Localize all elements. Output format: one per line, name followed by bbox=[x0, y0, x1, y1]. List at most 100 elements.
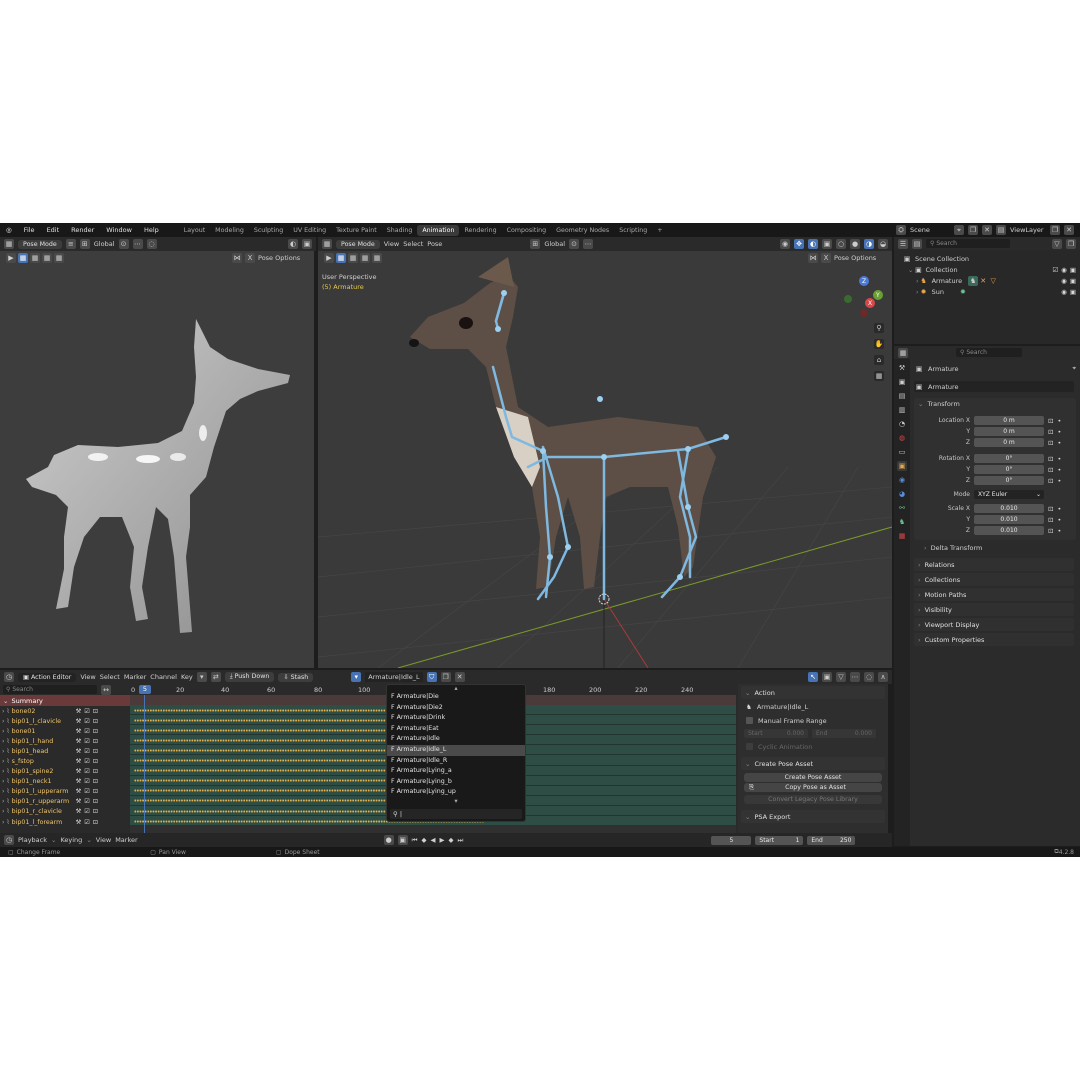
channel-expand-icon[interactable]: › bbox=[2, 718, 5, 725]
keyframe-dot-icon[interactable]: • bbox=[1057, 417, 1061, 425]
collection-tab-icon[interactable]: ▭ bbox=[897, 447, 907, 457]
rotation-mode-select[interactable]: XYZ Euler ⌄ bbox=[974, 490, 1044, 499]
tab-geometry-nodes[interactable]: Geometry Nodes bbox=[551, 225, 614, 236]
zoom-icon[interactable]: ⚲ bbox=[874, 323, 884, 333]
tab-shading[interactable]: Shading bbox=[382, 225, 418, 236]
current-frame-indicator[interactable]: 5 bbox=[139, 685, 151, 694]
tab-sculpting[interactable]: Sculpting bbox=[249, 225, 288, 236]
action-search-input[interactable]: ⚲ | bbox=[390, 809, 522, 819]
action-browse-icon[interactable]: ▾ bbox=[351, 672, 362, 682]
modifier-tab-icon[interactable]: ◉ bbox=[897, 475, 907, 485]
channel-expand-icon[interactable]: › bbox=[2, 738, 5, 745]
channel-row[interactable]: › ⌇ bip01_l_hand ⚒ ☑ ⊡ bbox=[0, 736, 130, 746]
channel-row[interactable]: › ⌇ bip01_neck1 ⚒ ☑ ⊡ bbox=[0, 777, 130, 787]
action-list-item[interactable]: F Armature|Eat bbox=[387, 724, 525, 735]
menu-window[interactable]: Window bbox=[100, 226, 138, 234]
xray-icon[interactable]: ▣ bbox=[302, 239, 312, 249]
menu-render[interactable]: Render bbox=[65, 226, 100, 234]
keyframe-y-dot-icon[interactable]: • bbox=[1057, 428, 1061, 436]
dopesheet-editor-icon[interactable]: ◷ bbox=[4, 672, 14, 682]
scale-x-field[interactable]: 0.010 bbox=[974, 504, 1044, 513]
eye-icon[interactable]: ◉ bbox=[1061, 266, 1067, 274]
section-visibility[interactable]: › Visibility bbox=[914, 603, 1074, 616]
rot-lock-x-icon[interactable]: ⊡ bbox=[1048, 455, 1053, 463]
push-down-button[interactable]: ⤓ Push Down bbox=[224, 672, 275, 682]
select-mode-2-icon[interactable]: ▦ bbox=[42, 253, 52, 263]
transform-header[interactable]: ⌄ Transform bbox=[914, 398, 1076, 409]
snap-icon[interactable]: ⋯ bbox=[132, 239, 143, 249]
channel-expand-icon[interactable]: › bbox=[2, 778, 5, 785]
copy-pose-asset-button[interactable]: ⎘ Copy Pose as Asset bbox=[744, 783, 882, 792]
channel-checkbox[interactable]: ☑ bbox=[84, 748, 90, 755]
swap-icon[interactable]: ↔ bbox=[101, 684, 111, 695]
channel-row[interactable]: › ⌇ bip01_r_upperarm ⚒ ☑ ⊡ bbox=[0, 797, 130, 807]
sun-row[interactable]: › ✹ Sun ✹ ◉ ▣ bbox=[916, 286, 1076, 297]
wrench-icon[interactable]: ⚒ bbox=[76, 728, 82, 735]
location-x-field[interactable]: 0 m bbox=[974, 416, 1044, 425]
channel-expand-icon[interactable]: › bbox=[2, 798, 5, 805]
channel-row[interactable]: › ⌇ bone02 ⚒ ☑ ⊡ bbox=[0, 706, 130, 716]
wrench-icon[interactable]: ⚒ bbox=[76, 798, 82, 805]
jump-start-icon[interactable]: ⏮ bbox=[412, 836, 418, 845]
manual-range-checkbox[interactable] bbox=[746, 717, 753, 724]
lock-icon[interactable]: ⊡ bbox=[1048, 417, 1053, 425]
channel-expand-icon[interactable]: › bbox=[2, 748, 5, 755]
channel-expand-icon[interactable]: › bbox=[2, 819, 5, 826]
section-viewport-display[interactable]: › Viewport Display bbox=[914, 618, 1074, 631]
action-list-item[interactable]: F Armature|Idle_L bbox=[387, 744, 525, 756]
action-list-item[interactable]: F Armature|Idle_R bbox=[387, 756, 525, 767]
channel-lock-icon[interactable]: ⊡ bbox=[93, 788, 98, 795]
play-icon[interactable]: ▶ bbox=[6, 253, 16, 263]
record-icon[interactable]: ● bbox=[383, 835, 394, 845]
current-frame-field[interactable]: 5 bbox=[711, 835, 752, 845]
constraint-tab-icon[interactable]: ⚯ bbox=[897, 503, 907, 513]
location-y-field[interactable]: 0 m bbox=[974, 427, 1044, 436]
action-list-item[interactable]: F Armature|Lying_b bbox=[387, 777, 525, 788]
ae-menu-select[interactable]: Select bbox=[100, 673, 120, 681]
scale-key-x-icon[interactable]: • bbox=[1057, 505, 1061, 513]
wrench-icon[interactable]: ⚒ bbox=[76, 788, 82, 795]
scroll-up-icon[interactable]: ▴ bbox=[387, 685, 525, 692]
snap-ae-icon[interactable]: ⋯ bbox=[850, 672, 860, 682]
channel-checkbox[interactable]: ☑ bbox=[84, 758, 90, 765]
wrench-icon[interactable]: ⚒ bbox=[76, 718, 82, 725]
properties-pin-icon[interactable]: ⌖ bbox=[1072, 364, 1076, 373]
orientation-icon[interactable]: ⊞ bbox=[79, 239, 90, 249]
channel-lock-icon[interactable]: ⊡ bbox=[93, 798, 98, 805]
add-workspace-icon[interactable]: + bbox=[652, 225, 667, 236]
view-layer-name[interactable]: ViewLayer bbox=[1010, 226, 1046, 234]
tab-texture-paint[interactable]: Texture Paint bbox=[331, 225, 382, 236]
main-viewport[interactable]: ▦ Pose Mode View Select Pose ⊞ Global ⊙ … bbox=[318, 237, 892, 668]
lock-z-icon[interactable]: ⊡ bbox=[1048, 439, 1053, 447]
action-name-field[interactable]: Armature|Idle_L bbox=[365, 672, 423, 682]
autokey-icon[interactable]: ▣ bbox=[397, 835, 408, 845]
channel-expand-icon[interactable]: › bbox=[2, 708, 5, 715]
section-custom-properties[interactable]: › Custom Properties bbox=[914, 633, 1074, 646]
action-list-item[interactable]: F Armature|Drink bbox=[387, 713, 525, 724]
channel-checkbox[interactable]: ☑ bbox=[84, 778, 90, 785]
wrench-icon[interactable]: ⚒ bbox=[76, 758, 82, 765]
rot-lock-y-icon[interactable]: ⊡ bbox=[1048, 466, 1053, 474]
section-relations[interactable]: › Relations bbox=[914, 558, 1074, 571]
channel-expand-icon[interactable]: › bbox=[2, 808, 5, 815]
action-list-item[interactable]: F Armature|Die bbox=[387, 692, 525, 703]
new-view-layer-icon[interactable]: ❐ bbox=[1050, 225, 1060, 235]
view-layer-tab-icon[interactable]: ▥ bbox=[897, 405, 907, 415]
orientation-select[interactable]: Global bbox=[94, 240, 115, 248]
editor-mode-select[interactable]: ▣ Action Editor bbox=[18, 672, 77, 682]
location-z-field[interactable]: 0 m bbox=[974, 438, 1044, 447]
channel-lock-icon[interactable]: ⊡ bbox=[93, 718, 98, 725]
wrench-icon[interactable]: ⚒ bbox=[76, 748, 82, 755]
bone-tab-icon[interactable]: ▦ bbox=[897, 531, 907, 541]
channel-expand-icon[interactable]: › bbox=[2, 788, 5, 795]
rot-lock-z-icon[interactable]: ⊡ bbox=[1048, 477, 1053, 485]
menu-playback[interactable]: Playback bbox=[18, 836, 47, 844]
channel-expand-icon[interactable]: › bbox=[2, 758, 5, 765]
channel-lock-icon[interactable]: ⊡ bbox=[93, 738, 98, 745]
view-layer-icon[interactable]: ▤ bbox=[996, 225, 1006, 235]
play-reverse-icon[interactable]: ◀ bbox=[431, 836, 436, 844]
scale-lock-z-icon[interactable]: ⊡ bbox=[1048, 527, 1053, 535]
proportional-icon[interactable]: ◌ bbox=[146, 239, 157, 249]
channel-lock-icon[interactable]: ⊡ bbox=[93, 808, 98, 815]
armature-render-icon[interactable]: ▣ bbox=[1070, 277, 1076, 285]
